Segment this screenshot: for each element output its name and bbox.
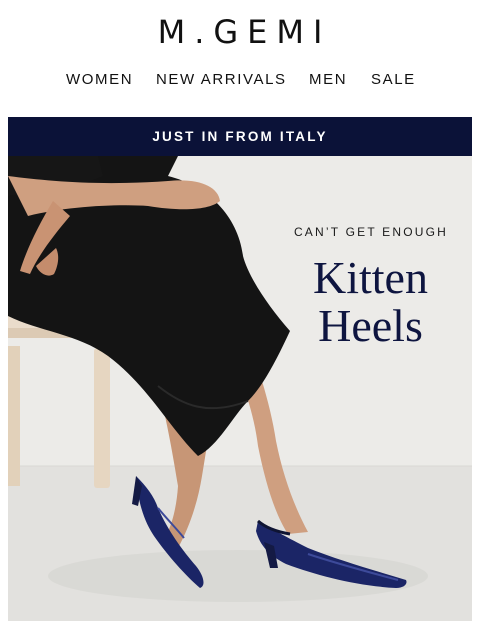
announcement-bar[interactable]: JUST IN FROM ITALY [8,117,472,156]
nav-women[interactable]: WOMEN [66,70,133,90]
hero-headline-line1: Kitten [313,252,428,303]
nav-sale[interactable]: SALE [371,70,416,90]
hero-headline: Kitten Heels [278,254,463,350]
hero-eyebrow: CAN’T GET ENOUGH [293,225,449,239]
nav-men[interactable]: MEN [309,70,347,90]
brand-logo[interactable]: M.GEMI [0,14,480,50]
main-nav: WOMEN NEW ARRIVALS MEN SALE [0,70,480,90]
nav-new-arrivals[interactable]: NEW ARRIVALS [156,70,287,90]
hero-headline-line2: Heels [318,300,423,351]
hero-banner[interactable]: CAN’T GET ENOUGH Kitten Heels [8,156,472,621]
